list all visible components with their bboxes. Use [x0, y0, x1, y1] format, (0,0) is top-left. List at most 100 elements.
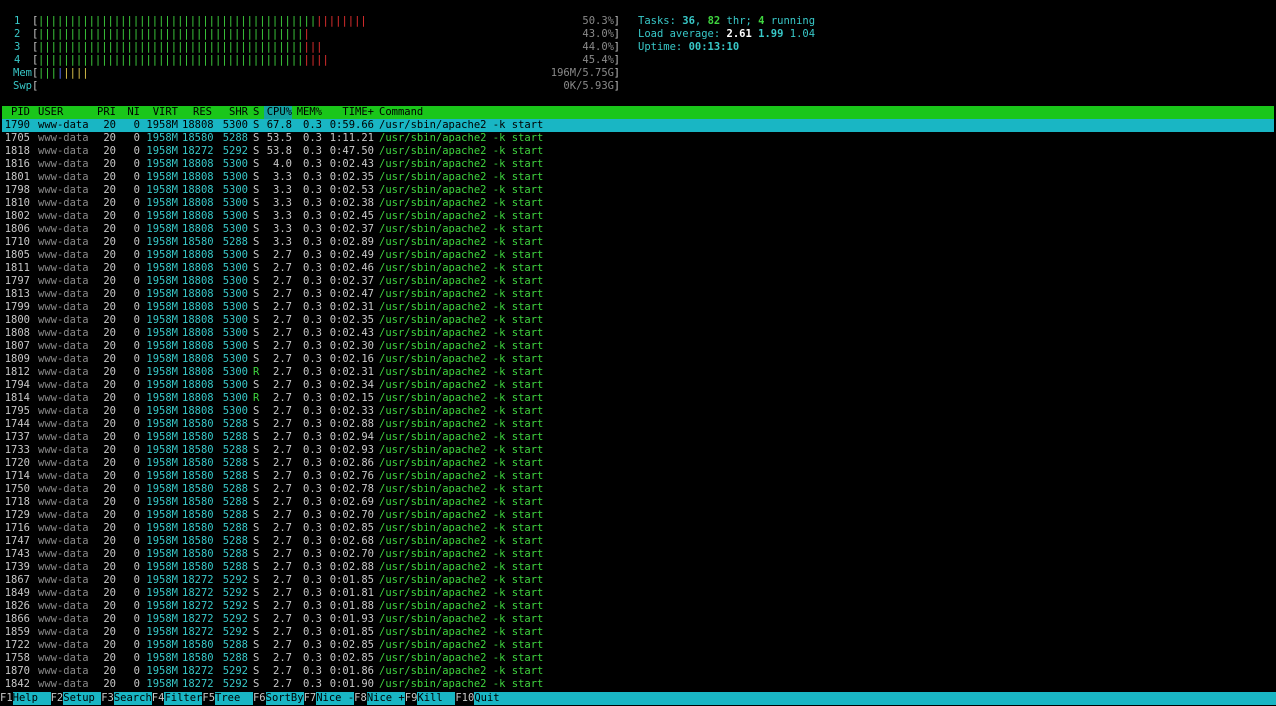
fkey-label-f1[interactable]: Help: [13, 692, 51, 705]
process-row[interactable]: 1758 www-data 20 0 1958M 18580 5288 S 2.7 0.3 0:02…: [2, 652, 1274, 665]
column-header-pid[interactable]: PID: [2, 106, 30, 119]
cell-time: 0:02.35: [329, 171, 374, 183]
process-row[interactable]: 1870 www-data 20 0 1958M 18272 5292 S 2.7 0.3 0:01…: [2, 665, 1274, 678]
process-row[interactable]: 1802 www-data 20 0 1958M 18808 5300 S 3.3 0.3 0:02…: [2, 210, 1274, 223]
cell-virt: 1958M: [146, 223, 178, 235]
fkey-label-f10[interactable]: Quit: [474, 692, 499, 705]
process-row[interactable]: 1794 www-data 20 0 1958M 18808 5300 S 2.7 0.3 0:02…: [2, 379, 1274, 392]
fkey-f1[interactable]: F1: [0, 692, 13, 705]
cell-user: www-data: [38, 444, 89, 456]
column-header-res[interactable]: RES: [182, 106, 212, 119]
fkey-label-f9[interactable]: Kill: [417, 692, 455, 705]
fkey-f8[interactable]: F8: [354, 692, 367, 705]
fkey-f4[interactable]: F4: [151, 692, 165, 705]
fkey-f10[interactable]: F10: [455, 692, 475, 705]
process-row[interactable]: 1737 www-data 20 0 1958M 18580 5288 S 2.7 0.3 0:02…: [2, 431, 1274, 444]
process-row[interactable]: 1747 www-data 20 0 1958M 18580 5288 S 2.7 0.3 0:02…: [2, 535, 1274, 548]
process-row[interactable]: 1720 www-data 20 0 1958M 18580 5288 S 2.7 0.3 0:02…: [2, 457, 1274, 470]
fkey-label-f4[interactable]: Filter: [164, 692, 202, 705]
cell-ni: 0: [133, 223, 140, 235]
column-header-virt[interactable]: VIRT: [142, 106, 178, 119]
process-row[interactable]: 1818 www-data 20 0 1958M 18272 5292 S 53.8 0.3 0:4…: [2, 145, 1274, 158]
process-row[interactable]: 1739 www-data 20 0 1958M 18580 5288 S 2.7 0.3 0:02…: [2, 561, 1274, 574]
cell-virt: 1958M: [146, 548, 178, 560]
process-row[interactable]: 1806 www-data 20 0 1958M 18808 5300 S 3.3 0.3 0:02…: [2, 223, 1274, 236]
fkey-label-f6[interactable]: SortBy: [266, 692, 304, 705]
fkey-f6[interactable]: F6: [252, 692, 266, 705]
cell-res: 18272: [182, 613, 214, 625]
process-row[interactable]: 1805 www-data 20 0 1958M 18808 5300 S 2.7 0.3 0:02…: [2, 249, 1274, 262]
process-row[interactable]: 1797 www-data 20 0 1958M 18808 5300 S 2.7 0.3 0:02…: [2, 275, 1274, 288]
process-row[interactable]: 1812 www-data 20 0 1958M 18808 5300 R 2.7 0.3 0:02…: [2, 366, 1274, 379]
cell-command: /usr/sbin/apache2 -k start: [379, 587, 544, 599]
cell-state: S: [253, 132, 260, 144]
cell-ni: 0: [133, 340, 140, 352]
cell-state: S: [253, 288, 260, 300]
process-row[interactable]: 1710 www-data 20 0 1958M 18580 5288 S 3.3 0.3 0:02…: [2, 236, 1274, 249]
fkey-label-f5[interactable]: Tree: [215, 692, 253, 705]
fkey-f5[interactable]: F5: [202, 692, 216, 705]
cell-cpu: 2.7: [273, 340, 292, 352]
process-row[interactable]: 1733 www-data 20 0 1958M 18580 5288 S 2.7 0.3 0:02…: [2, 444, 1274, 457]
process-row[interactable]: 1795 www-data 20 0 1958M 18808 5300 S 2.7 0.3 0:02…: [2, 405, 1274, 418]
cell-shr: 5288: [222, 236, 248, 248]
column-header-cpu[interactable]: CPU%: [264, 106, 292, 119]
column-header-time[interactable]: TIME+: [328, 106, 374, 119]
process-row[interactable]: 1800 www-data 20 0 1958M 18808 5300 S 2.7 0.3 0:02…: [2, 314, 1274, 327]
cell-pri: 20: [103, 327, 116, 339]
cell-ni: 0: [133, 405, 140, 417]
fkey-label-f3[interactable]: Search: [114, 692, 152, 705]
process-row[interactable]: 1866 www-data 20 0 1958M 18272 5292 S 2.7 0.3 0:01…: [2, 613, 1274, 626]
column-header-shr[interactable]: SHR: [222, 106, 248, 119]
cell-virt: 1958M: [146, 405, 178, 417]
fkey-f2[interactable]: F2: [50, 692, 64, 705]
process-row[interactable]: 1744 www-data 20 0 1958M 18580 5288 S 2.7 0.3 0:02…: [2, 418, 1274, 431]
column-header-state[interactable]: S: [253, 106, 259, 119]
cell-pid: 1816: [4, 158, 30, 170]
column-header-command[interactable]: Command: [379, 106, 423, 119]
cell-pid: 1718: [4, 496, 30, 508]
process-row[interactable]: 1849 www-data 20 0 1958M 18272 5292 S 2.7 0.3 0:01…: [2, 587, 1274, 600]
process-row[interactable]: 1842 www-data 20 0 1958M 18272 5292 S 2.7 0.3 0:01…: [2, 678, 1274, 691]
process-row[interactable]: 1798 www-data 20 0 1958M 18808 5300 S 3.3 0.3 0:02…: [2, 184, 1274, 197]
process-row[interactable]: 1722 www-data 20 0 1958M 18580 5288 S 2.7 0.3 0:02…: [2, 639, 1274, 652]
fkey-f7[interactable]: F7: [303, 692, 317, 705]
column-header-pri[interactable]: PRI: [96, 106, 116, 119]
running-label: running: [764, 15, 816, 27]
process-row[interactable]: 1807 www-data 20 0 1958M 18808 5300 S 2.7 0.3 0:02…: [2, 340, 1274, 353]
fkey-label-f2[interactable]: Setup: [63, 692, 101, 705]
cell-time: 0:02.88: [329, 561, 374, 573]
fkey-label-f7[interactable]: Nice -: [316, 692, 354, 705]
load-15min: 1.04: [789, 28, 816, 40]
cpu-meter-label: 2: [14, 28, 21, 40]
process-row[interactable]: 1811 www-data 20 0 1958M 18808 5300 S 2.7 0.3 0:02…: [2, 262, 1274, 275]
cell-pri: 20: [103, 249, 116, 261]
process-row[interactable]: 1859 www-data 20 0 1958M 18272 5292 S 2.7 0.3 0:01…: [2, 626, 1274, 639]
process-row[interactable]: 1718 www-data 20 0 1958M 18580 5288 S 2.7 0.3 0:02…: [2, 496, 1274, 509]
cell-res: 18580: [182, 652, 214, 664]
fkey-label-f8[interactable]: Nice +: [367, 692, 405, 705]
process-row[interactable]: 1714 www-data 20 0 1958M 18580 5288 S 2.7 0.3 0:02…: [2, 470, 1274, 483]
process-row[interactable]: 1729 www-data 20 0 1958M 18580 5288 S 2.7 0.3 0:02…: [2, 509, 1274, 522]
process-row[interactable]: 1716 www-data 20 0 1958M 18580 5288 S 2.7 0.3 0:02…: [2, 522, 1274, 535]
process-row[interactable]: 1867 www-data 20 0 1958M 18272 5292 S 2.7 0.3 0:01…: [2, 574, 1274, 587]
process-row[interactable]: 1808 www-data 20 0 1958M 18808 5300 S 2.7 0.3 0:02…: [2, 327, 1274, 340]
process-row[interactable]: 1790 www-data 20 0 1958M 18808 5300 S 67.8 0.3 0:5…: [2, 119, 1274, 132]
column-header-user[interactable]: USER: [38, 106, 63, 119]
process-row[interactable]: 1816 www-data 20 0 1958M 18808 5300 S 4.0 0.3 0:02…: [2, 158, 1274, 171]
process-row[interactable]: 1814 www-data 20 0 1958M 18808 5300 R 2.7 0.3 0:02…: [2, 392, 1274, 405]
process-row[interactable]: 1705 www-data 20 0 1958M 18580 5288 S 53.5 0.3 1:1…: [2, 132, 1274, 145]
process-row[interactable]: 1750 www-data 20 0 1958M 18580 5288 S 2.7 0.3 0:02…: [2, 483, 1274, 496]
column-header-ni[interactable]: NI: [126, 106, 140, 119]
process-row[interactable]: 1801 www-data 20 0 1958M 18808 5300 S 3.3 0.3 0:02…: [2, 171, 1274, 184]
column-header-mem[interactable]: MEM%: [294, 106, 322, 119]
fkey-f3[interactable]: F3: [101, 692, 114, 705]
process-row[interactable]: 1813 www-data 20 0 1958M 18808 5300 S 2.7 0.3 0:02…: [2, 288, 1274, 301]
fkey-f9[interactable]: F9: [404, 692, 418, 705]
process-row[interactable]: 1743 www-data 20 0 1958M 18580 5288 S 2.7 0.3 0:02…: [2, 548, 1274, 561]
cell-shr: 5300: [222, 301, 248, 313]
process-row[interactable]: 1826 www-data 20 0 1958M 18272 5292 S 2.7 0.3 0:01…: [2, 600, 1274, 613]
process-row[interactable]: 1810 www-data 20 0 1958M 18808 5300 S 3.3 0.3 0:02…: [2, 197, 1274, 210]
process-row[interactable]: 1799 www-data 20 0 1958M 18808 5300 S 2.7 0.3 0:02…: [2, 301, 1274, 314]
process-row[interactable]: 1809 www-data 20 0 1958M 18808 5300 S 2.7 0.3 0:02…: [2, 353, 1274, 366]
